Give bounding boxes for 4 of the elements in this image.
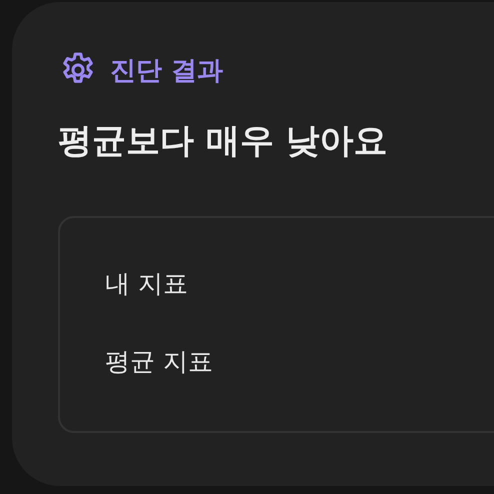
metric-label: 평균 지표 [105, 346, 213, 378]
metric-label: 내 지표 [105, 268, 188, 300]
section-label: 진단 결과 [110, 54, 224, 88]
result-title: 평균보다 매우 낮아요 [58, 120, 389, 163]
